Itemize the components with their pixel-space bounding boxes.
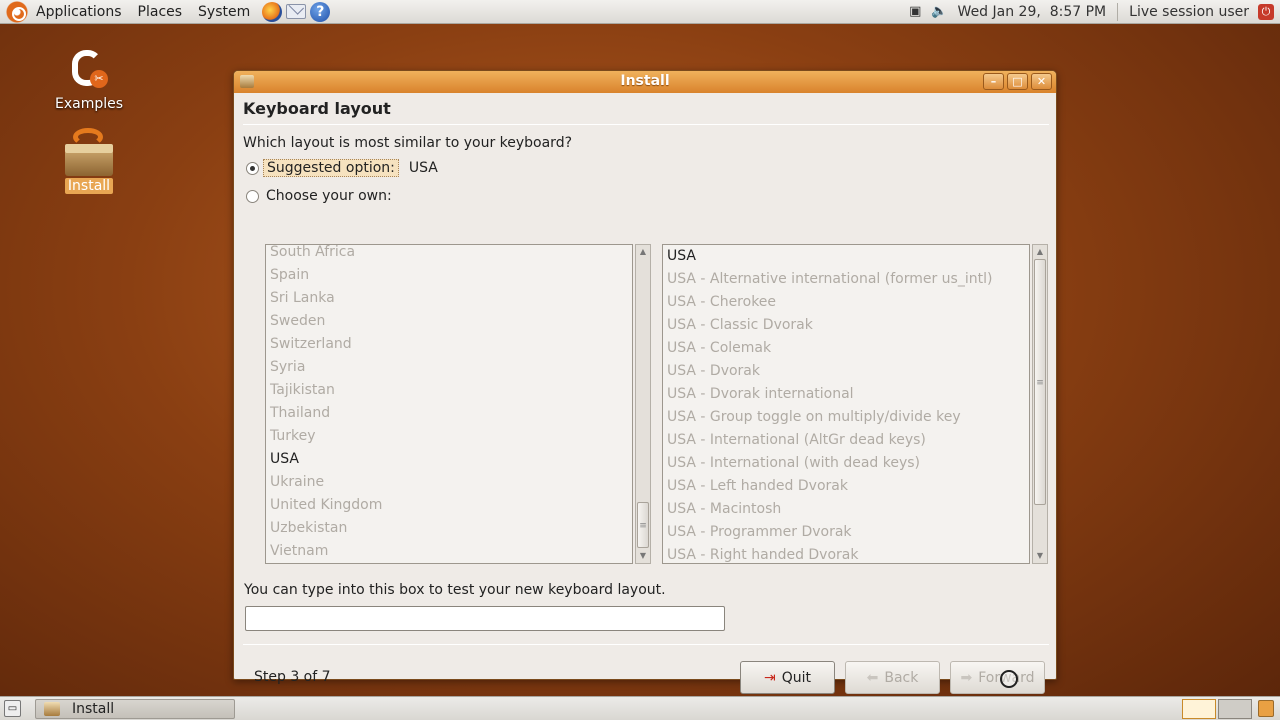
clock[interactable]: Wed Jan 29, 8:57 PM xyxy=(958,4,1107,20)
menu-system[interactable]: System xyxy=(190,0,258,24)
divider xyxy=(243,124,1049,125)
variant-list[interactable]: USA USA - Alternative international (form… xyxy=(662,244,1030,564)
list-item[interactable]: Syria xyxy=(266,356,632,379)
divider xyxy=(243,644,1049,645)
list-item[interactable]: USA - Dvorak xyxy=(663,360,1029,383)
taskbar-item-install[interactable]: Install xyxy=(35,699,235,719)
install-icon xyxy=(65,128,113,176)
list-item[interactable]: USA - Cherokee xyxy=(663,291,1029,314)
desktop-icon-examples[interactable]: ✂ Examples xyxy=(44,48,134,112)
list-item[interactable]: Tajikistan xyxy=(266,379,632,402)
scroll-thumb[interactable]: ≡ xyxy=(637,502,649,548)
examples-icon: ✂ xyxy=(68,48,110,90)
shutdown-icon[interactable]: ⏻ xyxy=(1258,3,1274,20)
mail-icon[interactable] xyxy=(286,4,307,19)
list-item[interactable]: USA - Alternative international (former … xyxy=(663,268,1029,291)
list-item[interactable]: Ukraine xyxy=(266,471,632,494)
list-item[interactable]: South Africa xyxy=(266,245,632,264)
firefox-icon[interactable] xyxy=(262,1,283,22)
maximize-button[interactable]: □ xyxy=(1007,73,1028,90)
menu-applications[interactable]: Applications xyxy=(28,0,130,24)
keyboard-test-input[interactable] xyxy=(245,606,725,631)
list-item[interactable]: USA - Programmer Dvorak xyxy=(663,521,1029,544)
taskbar-item-label: Install xyxy=(72,701,115,717)
volume-icon[interactable]: 🔈 xyxy=(931,4,947,19)
list-item[interactable]: Sri Lanka xyxy=(266,287,632,310)
list-item[interactable]: USA xyxy=(663,245,1029,268)
list-item[interactable]: Thailand xyxy=(266,402,632,425)
list-item[interactable]: USA - Right handed Dvorak xyxy=(663,544,1029,563)
scroll-thumb[interactable]: ≡ xyxy=(1034,259,1046,505)
forward-arrow-icon: ➡ xyxy=(960,669,973,686)
list-item[interactable]: USA - Group toggle on multiply/divide ke… xyxy=(663,406,1029,429)
list-item[interactable]: USA - International (AltGr dead keys) xyxy=(663,429,1029,452)
list-item[interactable]: Sweden xyxy=(266,310,632,333)
bottom-panel: ▭ Install xyxy=(0,696,1280,720)
scroll-up-arrow-icon[interactable]: ▲ xyxy=(1033,245,1047,259)
workspace-1[interactable] xyxy=(1182,699,1216,719)
country-list-scrollbar[interactable]: ▲ ≡ ▼ xyxy=(635,244,651,564)
page-title: Keyboard layout xyxy=(243,99,391,118)
variant-list-scrollbar[interactable]: ▲ ≡ ▼ xyxy=(1032,244,1048,564)
install-task-icon xyxy=(44,702,60,716)
busy-cursor-icon xyxy=(1000,670,1018,688)
list-item[interactable]: USA xyxy=(266,448,632,471)
show-desktop-icon[interactable]: ▭ xyxy=(4,700,21,717)
desktop-icon-label: Examples xyxy=(54,96,124,112)
list-item[interactable]: Spain xyxy=(266,264,632,287)
scroll-down-arrow-icon[interactable]: ▼ xyxy=(636,549,650,563)
network-icon[interactable]: ▣ xyxy=(909,4,921,19)
session-user[interactable]: Live session user xyxy=(1129,4,1249,20)
back-button[interactable]: ⬅ Back xyxy=(845,661,940,694)
choose-own-row[interactable]: Choose your own: xyxy=(243,185,1049,207)
tray-separator xyxy=(1117,2,1119,21)
layout-question: Which layout is most similar to your key… xyxy=(243,135,573,151)
quit-icon: ⇥ xyxy=(763,669,776,686)
suggested-radio[interactable] xyxy=(246,161,259,175)
trash-icon[interactable] xyxy=(1258,700,1274,717)
suggested-option-label[interactable]: Suggested option: xyxy=(263,159,399,177)
list-item[interactable]: Vietnam xyxy=(266,540,632,563)
top-panel: Applications Places System ? ▣ 🔈 Wed Jan… xyxy=(0,0,1280,24)
quit-button-label: Quit xyxy=(781,669,811,686)
window-titlebar[interactable]: Install – □ ✕ xyxy=(234,71,1056,93)
window-content: Keyboard layout Which layout is most sim… xyxy=(243,99,1049,694)
forward-button[interactable]: ➡ Forward xyxy=(950,661,1045,694)
install-window: Install – □ ✕ Keyboard layout Which layo… xyxy=(233,70,1057,694)
list-item[interactable]: USA - Colemak xyxy=(663,337,1029,360)
suggested-option-row[interactable]: Suggested option: USA xyxy=(243,157,1049,179)
desktop-icon-label: Install xyxy=(64,178,114,194)
choose-own-radio[interactable] xyxy=(246,189,259,203)
suggested-option-value: USA xyxy=(408,160,438,176)
desktop-icon-install[interactable]: Install xyxy=(44,128,134,194)
help-icon[interactable]: ? xyxy=(310,1,331,22)
minimize-button[interactable]: – xyxy=(983,73,1004,90)
country-list[interactable]: South Africa Spain Sri Lanka Sweden Switzerl… xyxy=(265,244,633,564)
list-item[interactable]: USA - Macintosh xyxy=(663,498,1029,521)
system-tray: ▣ 🔈 Wed Jan 29, 8:57 PM Live session use… xyxy=(904,0,1280,24)
window-app-icon[interactable] xyxy=(240,75,254,88)
list-item[interactable]: USA - Left handed Dvorak xyxy=(663,475,1029,498)
test-box-label: You can type into this box to test your … xyxy=(244,582,666,598)
close-button[interactable]: ✕ xyxy=(1031,73,1052,90)
list-item[interactable]: Turkey xyxy=(266,425,632,448)
scroll-down-arrow-icon[interactable]: ▼ xyxy=(1033,549,1047,563)
step-indicator: Step 3 of 7 xyxy=(254,669,331,685)
list-item[interactable]: USA - International (with dead keys) xyxy=(663,452,1029,475)
list-item[interactable]: United Kingdom xyxy=(266,494,632,517)
list-item[interactable]: Switzerland xyxy=(266,333,632,356)
quit-button[interactable]: ⇥ Quit xyxy=(740,661,835,694)
choose-own-label[interactable]: Choose your own: xyxy=(266,188,392,204)
back-button-label: Back xyxy=(884,669,919,686)
window-title: Install xyxy=(620,73,670,89)
list-item[interactable]: USA - Dvorak international xyxy=(663,383,1029,406)
list-item[interactable]: USA - Classic Dvorak xyxy=(663,314,1029,337)
workspace-switcher[interactable] xyxy=(1182,699,1252,719)
back-arrow-icon: ⬅ xyxy=(866,669,879,686)
menu-places[interactable]: Places xyxy=(130,0,191,24)
ubuntu-logo-icon[interactable] xyxy=(6,0,28,23)
scroll-up-arrow-icon[interactable]: ▲ xyxy=(636,245,650,259)
workspace-2[interactable] xyxy=(1218,699,1252,719)
list-item[interactable]: Uzbekistan xyxy=(266,517,632,540)
